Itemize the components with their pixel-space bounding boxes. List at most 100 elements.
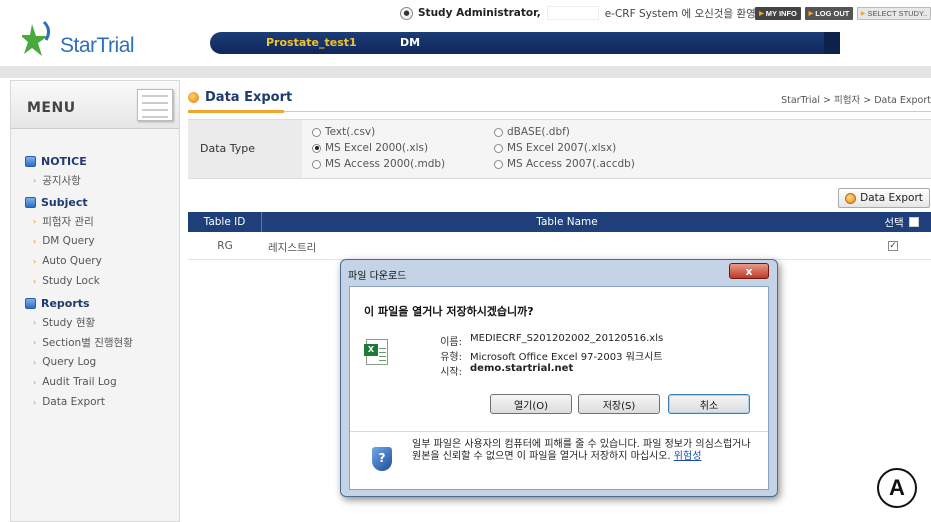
sidebar-section-reports[interactable]: Reports — [25, 295, 175, 312]
header-table-name: Table Name — [536, 216, 598, 228]
section-icon — [25, 197, 36, 208]
data-type-label: Data Type — [200, 142, 256, 155]
radio-label: MS Access 2000(.mdb) — [325, 158, 446, 170]
excel-file-icon: X — [364, 339, 388, 365]
figure-label-badge: A — [877, 468, 917, 508]
file-type-key: 유형: — [440, 352, 462, 363]
file-type-row: 유형: Microsoft Office Excel 97-2003 워크시트 — [422, 348, 662, 363]
radio-circle[interactable] — [494, 143, 503, 153]
menu-header: MENU — [11, 81, 179, 129]
sidebar-item-study-status[interactable]: › Study 현황 — [25, 312, 175, 332]
section-label: NOTICE — [41, 155, 87, 168]
sidebar-section-subject[interactable]: Subject — [25, 194, 175, 211]
export-icon — [845, 192, 857, 204]
cancel-button[interactable]: 취소 — [668, 394, 750, 414]
sidebar-section-notice[interactable]: NOTICE — [25, 153, 175, 170]
row-checkbox-checked[interactable]: ✓ — [888, 241, 898, 251]
sidebar-item-label: Study 현황 — [42, 316, 96, 329]
risk-link[interactable]: 위험성 — [674, 451, 702, 462]
file-source-row: 시작: demo.startrial.net — [422, 363, 573, 378]
file-source-value: demo.startrial.net — [470, 363, 574, 374]
sidebar-item-data-export[interactable]: › Data Export — [25, 392, 175, 412]
sidebar-item-label: Data Export — [42, 396, 105, 408]
sidebar-item-notices[interactable]: › 공지사항 — [25, 170, 175, 190]
user-icon: ● — [400, 6, 413, 20]
section-label: Subject — [41, 196, 88, 209]
radio-text-csv[interactable]: Text(.csv) — [312, 126, 375, 138]
dialog-close-button[interactable]: x — [729, 263, 769, 279]
menu-document-icon — [137, 89, 173, 121]
security-warning: 일부 파일은 사용자의 컴퓨터에 피해를 줄 수 있습니다. 파일 정보가 의심… — [412, 439, 752, 463]
breadcrumb: StarTrial > 피험자 > Data Export — [781, 95, 931, 106]
data-export-button[interactable]: Data Export — [838, 188, 930, 208]
radio-excel-2000-xls[interactable]: MS Excel 2000(.xls) — [312, 142, 428, 154]
arrow-icon: ▶ — [860, 11, 866, 17]
study-nav-bar: Prostate_test1 DM — [210, 32, 840, 54]
sidebar-item-subject-management[interactable]: › 피험자 관리 — [25, 211, 175, 231]
chevron-right-icon: › — [33, 276, 37, 286]
section-label: Reports — [41, 297, 90, 310]
sidebar-item-label: Audit Trail Log — [42, 376, 117, 388]
save-button[interactable]: 저장(S) — [578, 394, 660, 414]
study-name[interactable]: Prostate_test1 — [266, 36, 357, 49]
radio-circle[interactable] — [494, 159, 503, 169]
radio-access-2007-accdb[interactable]: MS Access 2007(.accdb) — [494, 158, 635, 170]
my-info-button[interactable]: ▶ MY INFO — [755, 7, 801, 20]
chevron-right-icon: › — [33, 236, 37, 246]
header-select-label: 선택 — [884, 216, 904, 229]
file-name-key: 이름: — [440, 337, 462, 348]
sidebar-item-dm-query[interactable]: › DM Query — [25, 231, 175, 251]
radio-excel-2007-xlsx[interactable]: MS Excel 2007(.xlsx) — [494, 142, 616, 154]
title-bullet-icon — [188, 91, 199, 103]
arrow-icon: ▶ — [759, 11, 764, 17]
sidebar-item-section-progress[interactable]: › Section별 진행현황 — [25, 332, 175, 352]
log-out-button[interactable]: ▶ LOG OUT — [805, 7, 853, 20]
header-table-id: Table ID — [188, 212, 262, 232]
page-title: Data Export — [188, 86, 292, 108]
sidebar-item-label: 피험자 관리 — [42, 215, 94, 228]
chevron-right-icon: › — [33, 317, 37, 327]
welcome-bar: ● Study Administrator, e-CRF System 에 오신… — [400, 4, 788, 22]
dialog-question: 이 파일을 열거나 저장하시겠습니까? — [364, 305, 534, 318]
file-download-dialog: 파일 다운로드 x 이 파일을 열거나 저장하시겠습니까? X 이름: MEDIE… — [340, 259, 778, 497]
chevron-right-icon: › — [33, 256, 37, 266]
radio-circle[interactable] — [312, 127, 321, 137]
sidebar-item-study-lock[interactable]: › Study Lock — [25, 271, 175, 291]
cell-table-id: RG — [217, 240, 233, 252]
radio-label: Text(.csv) — [325, 126, 376, 138]
user-name: Study Administrator, — [418, 7, 541, 19]
table-header: Table ID Table Name 선택 — [188, 212, 931, 232]
radio-dbase-dbf[interactable]: dBASE(.dbf) — [494, 126, 570, 138]
radio-access-2000-mdb[interactable]: MS Access 2000(.mdb) — [312, 158, 445, 170]
table-row: RG 레지스트리 ✓ — [188, 232, 931, 260]
logo-text: StarTrial — [60, 34, 135, 57]
dialog-divider — [350, 431, 768, 432]
sidebar-item-query-log[interactable]: › Query Log — [25, 352, 175, 372]
radio-circle[interactable] — [312, 159, 321, 169]
star-logo-icon — [22, 20, 51, 56]
chevron-right-icon: › — [33, 357, 37, 367]
module-dm[interactable]: DM — [400, 36, 420, 49]
header-divider — [0, 66, 931, 78]
sidebar-item-label: Auto Query — [42, 255, 102, 267]
radio-circle[interactable] — [494, 127, 503, 137]
radio-circle-selected[interactable] — [312, 143, 321, 153]
title-underline — [188, 110, 931, 113]
header: StarTrial ● Study Administrator, e-CRF S… — [0, 0, 931, 66]
sidebar-nav: NOTICE › 공지사항 Subject › 피험자 관리 › DM Query ›… — [25, 153, 175, 412]
sidebar-item-audit-trail-log[interactable]: › Audit Trail Log — [25, 372, 175, 392]
file-name-row: 이름: MEDIECRF_S201202002_20120516.xls — [422, 333, 663, 348]
select-study-button[interactable]: ▶ SELECT STUDY.. — [857, 7, 931, 20]
file-name-value: MEDIECRF_S201202002_20120516.xls — [470, 333, 664, 344]
open-button[interactable]: 열기(O) — [490, 394, 572, 414]
sidebar-item-auto-query[interactable]: › Auto Query — [25, 251, 175, 271]
data-export-label: Data Export — [860, 192, 923, 204]
select-all-checkbox[interactable] — [908, 217, 919, 227]
chevron-right-icon: › — [33, 337, 37, 347]
chevron-right-icon: › — [33, 216, 37, 226]
cell-table-name: 레지스트리 — [268, 242, 317, 254]
log-out-label: LOG OUT — [815, 9, 850, 18]
excel-x-icon: X — [364, 344, 378, 356]
sidebar-item-label: DM Query — [42, 235, 95, 247]
startrial-logo[interactable]: StarTrial — [22, 20, 172, 64]
